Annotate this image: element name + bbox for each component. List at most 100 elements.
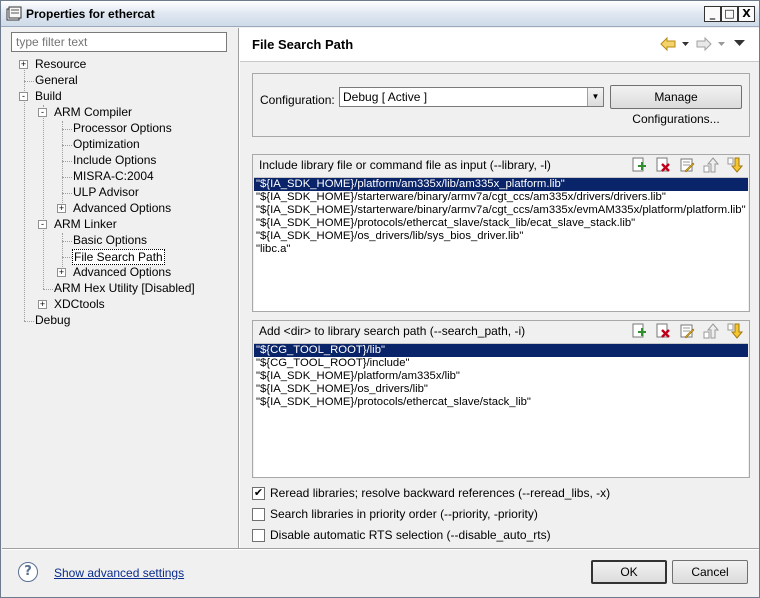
search-path-group: Add <dir> to library search path (--sear…	[252, 320, 750, 478]
move-up-icon[interactable]	[703, 157, 719, 173]
tree-connector	[62, 129, 72, 130]
list-item[interactable]: "libc.a"	[254, 243, 748, 256]
tree-connector	[24, 81, 34, 82]
tree-connector	[24, 65, 25, 321]
search-path-list[interactable]: "${CG_TOOL_ROOT}/lib" "${CG_TOOL_ROOT}/i…	[254, 343, 748, 477]
help-icon[interactable]: ?	[18, 562, 38, 582]
title-bar[interactable]: Properties for ethercat _ □ X	[1, 1, 759, 27]
settings-tree[interactable]: + - - + - + + Resource General Build ARM…	[9, 57, 237, 341]
tree-item-file-search-path[interactable]: File Search Path	[72, 249, 165, 265]
chevron-down-icon[interactable]: ▼	[587, 88, 603, 106]
configuration-label: Configuration:	[260, 93, 335, 107]
tree-item-ulp-advisor[interactable]: ULP Advisor	[73, 185, 139, 201]
properties-dialog: Properties for ethercat _ □ X + - - + - …	[0, 0, 760, 598]
list-item[interactable]: "${IA_SDK_HOME}/os_drivers/lib"	[254, 383, 748, 396]
minimize-button[interactable]: _	[704, 6, 721, 22]
collapse-icon[interactable]: -	[38, 108, 47, 117]
search-path-group-label: Add <dir> to library search path (--sear…	[259, 324, 526, 338]
page-title: File Search Path	[252, 37, 354, 52]
add-icon[interactable]	[631, 323, 647, 339]
move-down-icon[interactable]	[727, 323, 743, 339]
list-item[interactable]: "${IA_SDK_HOME}/protocols/ethercat_slave…	[254, 217, 748, 230]
tree-connector	[43, 105, 44, 289]
tree-item-basic-options[interactable]: Basic Options	[73, 233, 147, 249]
library-toolbar	[631, 157, 743, 175]
move-down-icon[interactable]	[727, 157, 743, 173]
show-advanced-settings-link[interactable]: Show advanced settings	[54, 566, 184, 580]
app-icon	[6, 6, 22, 21]
tree-connector	[62, 121, 63, 209]
back-arrow-icon[interactable]	[660, 37, 676, 51]
tree-connector	[62, 193, 72, 194]
list-item[interactable]: "${IA_SDK_HOME}/platform/am335x/lib/am33…	[254, 178, 748, 191]
move-up-icon[interactable]	[703, 323, 719, 339]
priority-order-checkbox[interactable]	[252, 508, 265, 521]
expand-icon[interactable]: +	[57, 268, 66, 277]
collapse-icon[interactable]: -	[19, 92, 28, 101]
tree-item-processor-options[interactable]: Processor Options	[73, 121, 172, 137]
configuration-select[interactable]: Debug [ Active ] ▼	[339, 87, 604, 107]
cancel-button[interactable]: Cancel	[672, 560, 748, 584]
disable-auto-rts-label: Disable automatic RTS selection (--disab…	[270, 528, 551, 542]
view-menu-icon[interactable]	[734, 40, 745, 47]
expand-icon[interactable]: +	[38, 300, 47, 309]
tree-item-xdctools[interactable]: XDCtools	[54, 297, 105, 313]
tree-connector	[62, 257, 72, 258]
list-item[interactable]: "${IA_SDK_HOME}/os_drivers/lib/sys_bios_…	[254, 230, 748, 243]
page-header: File Search Path	[240, 28, 759, 62]
panel-splitter[interactable]	[238, 28, 240, 548]
collapse-icon[interactable]: -	[38, 220, 47, 229]
tree-item-resource[interactable]: Resource	[35, 57, 86, 73]
tree-item-general[interactable]: General	[35, 73, 78, 89]
library-group: Include library file or command file as …	[252, 154, 750, 312]
edit-icon[interactable]	[679, 157, 695, 173]
edit-icon[interactable]	[679, 323, 695, 339]
configuration-value: Debug [ Active ]	[343, 90, 428, 104]
expand-icon[interactable]: +	[57, 204, 66, 213]
forward-arrow-icon[interactable]	[696, 37, 712, 51]
disable-auto-rts-checkbox[interactable]	[252, 529, 265, 542]
close-button[interactable]: X	[738, 6, 755, 22]
search-path-toolbar	[631, 323, 743, 341]
list-item[interactable]: "${CG_TOOL_ROOT}/include"	[254, 357, 748, 370]
list-item[interactable]: "${IA_SDK_HOME}/protocols/ethercat_slave…	[254, 396, 748, 409]
list-item[interactable]: "${IA_SDK_HOME}/platform/am335x/lib"	[254, 370, 748, 383]
tree-connector	[62, 145, 72, 146]
tree-item-build[interactable]: Build	[35, 89, 62, 105]
library-group-label: Include library file or command file as …	[259, 158, 551, 172]
list-item[interactable]: "${IA_SDK_HOME}/starterware/binary/armv7…	[254, 204, 748, 217]
delete-icon[interactable]	[655, 157, 671, 173]
tree-item-misra[interactable]: MISRA-C:2004	[73, 169, 154, 185]
dropdown-icon[interactable]	[682, 42, 689, 47]
tree-connector	[43, 289, 53, 290]
dropdown-icon[interactable]	[718, 42, 725, 47]
priority-order-label: Search libraries in priority order (--pr…	[270, 507, 538, 521]
expand-icon[interactable]: +	[19, 60, 28, 69]
reread-libraries-label: Reread libraries; resolve backward refer…	[270, 486, 611, 500]
tree-item-compiler-advanced-options[interactable]: Advanced Options	[73, 201, 171, 217]
footer-separator	[2, 548, 759, 550]
tree-item-arm-linker[interactable]: ARM Linker	[54, 217, 117, 233]
tree-item-arm-hex-utility[interactable]: ARM Hex Utility [Disabled]	[54, 281, 195, 297]
tree-item-include-options[interactable]: Include Options	[73, 153, 156, 169]
maximize-button[interactable]: □	[721, 6, 738, 22]
list-item[interactable]: "${CG_TOOL_ROOT}/lib"	[254, 344, 748, 357]
delete-icon[interactable]	[655, 323, 671, 339]
window-title: Properties for ethercat	[26, 7, 155, 21]
configuration-group: Configuration: Debug [ Active ] ▼ Manage…	[252, 73, 750, 137]
library-list[interactable]: "${IA_SDK_HOME}/platform/am335x/lib/am33…	[254, 177, 748, 311]
tree-item-arm-compiler[interactable]: ARM Compiler	[54, 105, 132, 121]
tree-connector	[62, 177, 72, 178]
filter-input[interactable]	[11, 32, 227, 52]
manage-configurations-button[interactable]: Manage Configurations...	[610, 85, 742, 126]
tree-connector	[62, 241, 72, 242]
reread-libraries-checkbox[interactable]: ✔	[252, 487, 265, 500]
tree-item-linker-advanced-options[interactable]: Advanced Options	[73, 265, 171, 281]
tree-item-optimization[interactable]: Optimization	[73, 137, 140, 153]
tree-connector	[62, 161, 72, 162]
tree-connector	[24, 321, 34, 322]
add-icon[interactable]	[631, 157, 647, 173]
tree-item-debug[interactable]: Debug	[35, 313, 70, 329]
ok-button[interactable]: OK	[591, 560, 667, 584]
list-item[interactable]: "${IA_SDK_HOME}/starterware/binary/armv7…	[254, 191, 748, 204]
